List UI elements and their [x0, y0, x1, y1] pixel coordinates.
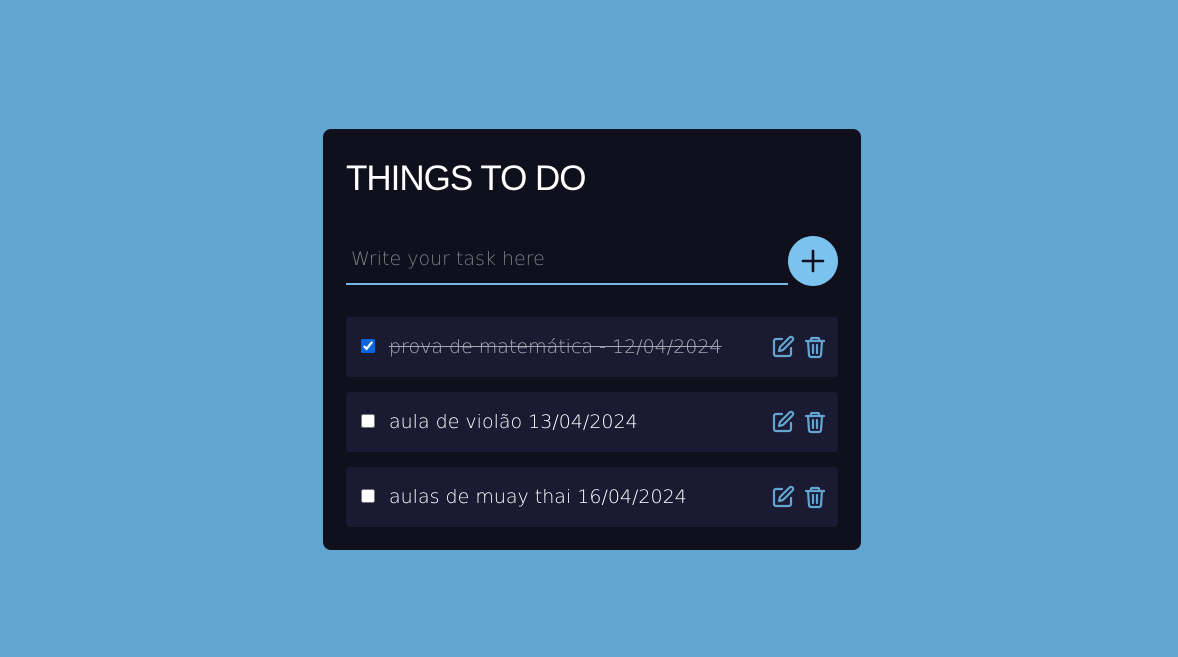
edit-icon	[772, 485, 795, 508]
trash-icon	[804, 486, 826, 509]
task-item: aula de violão 13/04/2024	[346, 392, 838, 452]
delete-task-button[interactable]	[803, 335, 827, 359]
task-text: prova de matemática - 12/04/2024	[389, 336, 722, 358]
trash-icon	[804, 336, 826, 359]
task-item: aulas de muay thai 16/04/2024	[346, 467, 838, 527]
task-input[interactable]	[346, 235, 788, 285]
delete-task-button[interactable]	[803, 410, 827, 434]
edit-task-button[interactable]	[771, 485, 795, 509]
page-title: THINGS TO DO	[346, 159, 587, 198]
add-task-button[interactable]	[788, 236, 838, 286]
task-text: aula de violão 13/04/2024	[389, 411, 638, 433]
task-checkbox[interactable]	[361, 489, 375, 503]
edit-task-button[interactable]	[771, 335, 795, 359]
task-text: aulas de muay thai 16/04/2024	[389, 486, 687, 508]
todo-card: THINGS TO DO prova de matemática - 12/04…	[323, 129, 861, 550]
edit-task-button[interactable]	[771, 410, 795, 434]
task-checkbox[interactable]	[361, 414, 375, 428]
plus-icon	[801, 249, 825, 273]
task-checkbox[interactable]	[361, 339, 375, 353]
delete-task-button[interactable]	[803, 485, 827, 509]
task-item: prova de matemática - 12/04/2024	[346, 317, 838, 377]
task-list: prova de matemática - 12/04/2024 aula de…	[346, 317, 838, 542]
edit-icon	[772, 410, 795, 433]
edit-icon	[772, 335, 795, 358]
trash-icon	[804, 411, 826, 434]
